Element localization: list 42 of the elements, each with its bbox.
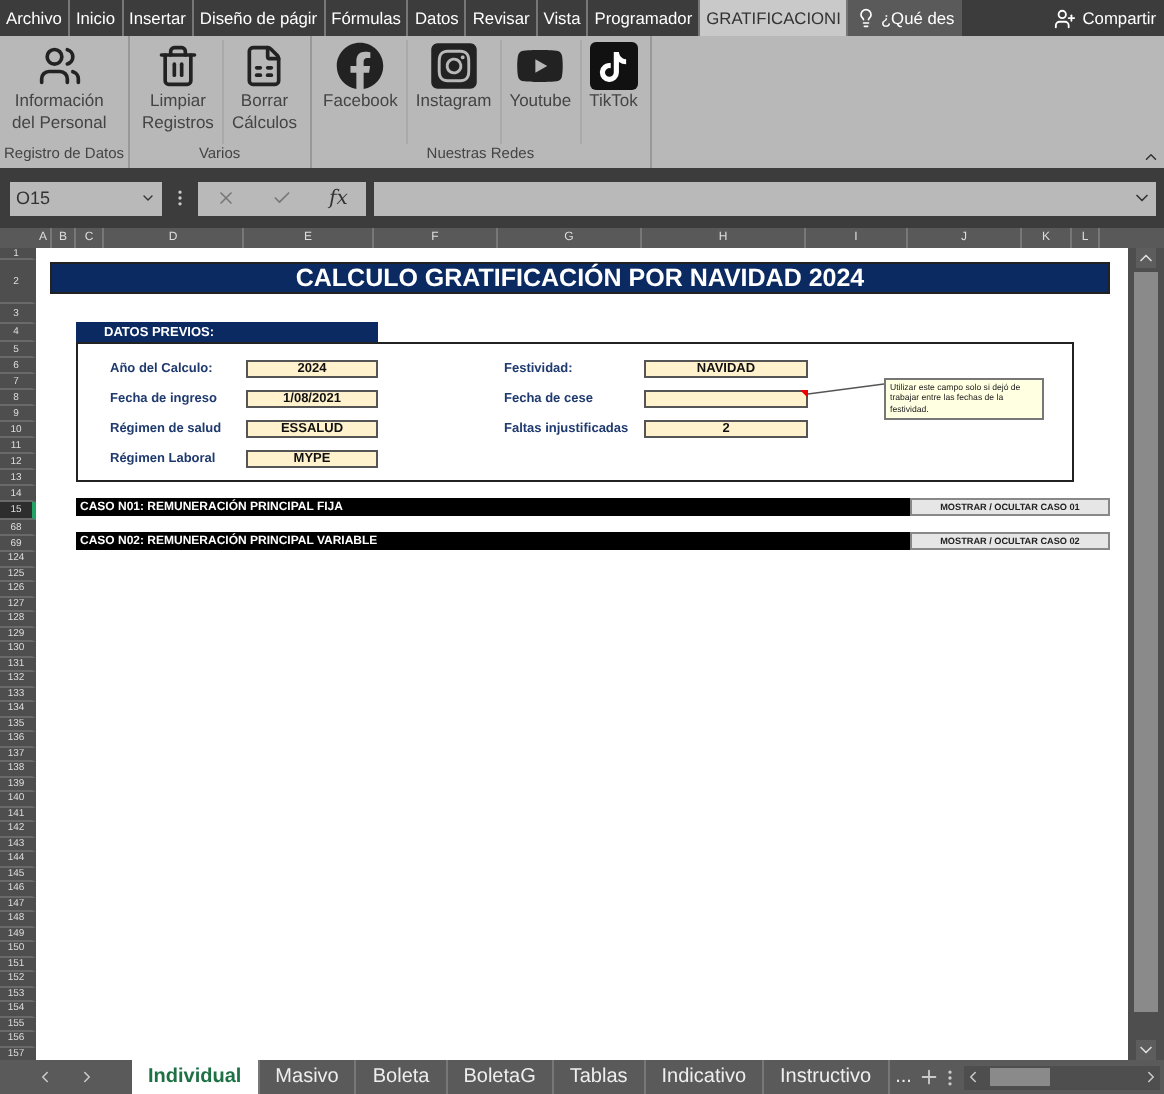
insert-function-button[interactable]: fx bbox=[329, 187, 348, 209]
tell-me-box[interactable]: ¿Qué des bbox=[848, 0, 963, 36]
formula-field[interactable] bbox=[374, 181, 1156, 215]
input-cell[interactable] bbox=[644, 389, 808, 407]
tiktok-icon bbox=[589, 42, 638, 90]
scroll-up-icon[interactable] bbox=[1136, 248, 1156, 268]
cancel-icon[interactable] bbox=[216, 188, 237, 208]
dropdown-icon bbox=[140, 190, 156, 206]
name-box[interactable]: O15 bbox=[10, 181, 162, 215]
add-sheet-icon[interactable] bbox=[917, 1066, 940, 1088]
more-tabs[interactable]: ... bbox=[889, 1066, 918, 1088]
scroll-thumb[interactable] bbox=[989, 1068, 1050, 1086]
ribbon-button[interactable]: Información del Personal bbox=[4, 40, 115, 144]
instagram-icon bbox=[429, 42, 478, 90]
share-button[interactable]: Compartir bbox=[1046, 0, 1164, 36]
sheet-tab[interactable]: Indicativo bbox=[645, 1060, 765, 1094]
people-icon bbox=[35, 42, 84, 90]
scroll-thumb[interactable] bbox=[1134, 272, 1158, 1012]
ribbon-button[interactable]: Limpiar Registros bbox=[134, 40, 224, 144]
scroll-right-icon[interactable] bbox=[1142, 1068, 1160, 1086]
sheet-tab[interactable]: Boleta bbox=[356, 1060, 448, 1094]
ribbon-button[interactable]: Youtube bbox=[501, 40, 582, 144]
check-icon[interactable] bbox=[272, 188, 293, 208]
ribbon-tab[interactable]: GRATIFICACIONI bbox=[700, 0, 849, 36]
sheet-tab[interactable]: Instructivo bbox=[764, 1060, 890, 1094]
leader-line bbox=[808, 384, 884, 396]
sheet-title: CALCULO GRATIFICACIÓN POR NAVIDAD 2024 bbox=[50, 262, 1110, 294]
previous-sheet-icon[interactable] bbox=[36, 1068, 54, 1086]
collapse-ribbon-icon[interactable] bbox=[1142, 148, 1160, 166]
sheet-tab[interactable]: Tablas bbox=[553, 1060, 646, 1094]
sheet-tab[interactable]: Individual bbox=[132, 1060, 260, 1094]
sheet-tab[interactable]: Masivo bbox=[259, 1060, 357, 1094]
next-sheet-icon[interactable] bbox=[78, 1068, 96, 1086]
user-plus-icon bbox=[1054, 7, 1077, 29]
ribbon-button[interactable]: Instagram bbox=[407, 40, 502, 144]
ribbon-button[interactable]: Borrar Cálculos bbox=[223, 40, 306, 144]
lightbulb-icon bbox=[856, 8, 877, 28]
scroll-down-icon[interactable] bbox=[1136, 1040, 1156, 1060]
facebook-icon bbox=[336, 42, 385, 90]
sheet-tab[interactable]: BoletaG bbox=[447, 1060, 554, 1094]
ribbon-button[interactable]: Facebook bbox=[315, 40, 408, 144]
ribbon-button[interactable]: TikTok bbox=[581, 40, 646, 144]
